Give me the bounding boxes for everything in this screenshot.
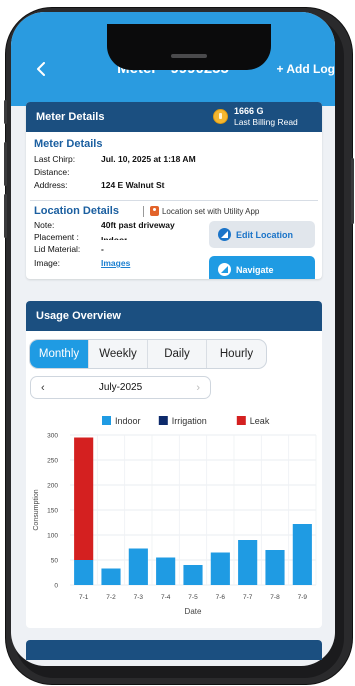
location-source-note: Location set with Utility App [161, 206, 260, 216]
x-tick-label: 7-2 [106, 594, 116, 601]
y-tick-label: 150 [47, 508, 58, 515]
location-header: Location Details Location set with Utili… [34, 203, 314, 219]
bar-indoor [101, 568, 121, 585]
month-label: July-2025 [98, 382, 143, 393]
location-row-note: Note: 40ft past driveway [34, 219, 209, 231]
meter-details-section: Meter Details Last Chirp: Jul. 10, 2025 … [26, 132, 322, 200]
main-content: Meter Details 1666 G Last Billing Read M… [26, 102, 322, 628]
x-tick-label: 7-1 [79, 594, 89, 601]
volume-down-button [4, 194, 7, 238]
volume-up-button [4, 142, 7, 186]
add-log-button[interactable]: + Add Log [276, 62, 335, 76]
power-button [351, 158, 354, 224]
usage-chart: Indoor Irrigation Leak 0 50 100 150 200 250 300 Co… [33, 416, 317, 616]
bar-indoor [156, 557, 176, 585]
chevron-right-icon[interactable]: › [196, 382, 200, 394]
bar-indoor [128, 548, 148, 585]
location-details-title: Location Details [34, 205, 119, 217]
bar-indoor [183, 565, 203, 585]
detail-value: 124 E Walnut St [101, 179, 165, 190]
detail-row-last-chirp: Last Chirp: Jul. 10, 2025 at 1:18 AM [34, 152, 314, 165]
y-tick-label: 300 [47, 433, 58, 440]
meter-details-header: Meter Details 1666 G Last Billing Read [26, 102, 322, 132]
location-pin-icon [149, 206, 159, 216]
edit-location-label: Edit Location [236, 229, 293, 240]
tab-daily[interactable]: Daily [148, 340, 207, 368]
y-tick-label: 50 [51, 558, 59, 565]
location-value: 40ft past driveway [101, 220, 175, 230]
tab-weekly[interactable]: Weekly [89, 340, 148, 368]
mute-switch [4, 100, 7, 124]
location-key: Image: [34, 258, 60, 268]
y-tick-label: 250 [47, 458, 58, 465]
legend-swatch [236, 416, 246, 425]
x-tick-label: 7-3 [134, 594, 144, 601]
detail-key: Last Chirp: [34, 153, 76, 164]
y-tick-label: 200 [47, 483, 58, 490]
period-tabs: Monthly Weekly Daily Hourly [29, 339, 267, 369]
meter-details-header-title: Meter Details [36, 111, 105, 123]
y-tick-label: 0 [54, 583, 58, 590]
y-tick-label: 100 [47, 533, 58, 540]
x-tick-label: 7-9 [298, 594, 308, 601]
x-tick-label: 7-6 [216, 594, 226, 601]
navigate-label: Navigate [236, 264, 274, 275]
separator [142, 205, 144, 217]
x-tick-label: 7-5 [188, 594, 198, 601]
location-row-lid: Lid Material: - [34, 243, 209, 255]
location-value: - [101, 244, 104, 254]
detail-value: Jul. 10, 2025 at 1:18 AM [101, 153, 196, 164]
edit-location-button[interactable]: Edit Location [209, 221, 315, 248]
detail-row-distance: Distance: [34, 165, 314, 178]
location-value: Indoor [101, 234, 128, 240]
location-rows: Note: 40ft past driveway Placement : Ind… [34, 219, 209, 269]
month-selector: ‹ July-2025 › [30, 376, 211, 399]
meter-details-title: Meter Details [34, 138, 103, 150]
bar-indoor [74, 560, 94, 585]
tab-hourly[interactable]: Hourly [207, 340, 266, 368]
location-details-section: Location Details Location set with Utili… [26, 201, 322, 279]
images-link[interactable]: Images [101, 258, 130, 268]
x-tick-label: 7-8 [270, 594, 280, 601]
detail-key: Address: [34, 179, 68, 190]
bar-indoor [210, 552, 230, 585]
coin-icon [213, 109, 228, 124]
chevron-left-icon[interactable]: ‹ [41, 382, 45, 394]
usage-overview-card: Usage Overview Monthly Weekly Daily Hour… [26, 301, 322, 628]
next-card-header [26, 640, 322, 660]
bar-indoor [292, 524, 312, 585]
detail-row-address: Address: 124 E Walnut St [34, 178, 314, 191]
y-axis-label: Consumption [33, 489, 40, 530]
location-row-image: Image: Images [34, 257, 209, 269]
location-key: Lid Material: [34, 244, 81, 254]
legend-swatch [158, 416, 168, 425]
navigation-arrow-icon [218, 263, 231, 276]
tab-monthly[interactable]: Monthly [30, 340, 89, 368]
navigate-button[interactable]: Navigate [209, 256, 315, 279]
bar-indoor [238, 540, 258, 585]
x-tick-label: 7-4 [161, 594, 171, 601]
location-key: Placement : [34, 232, 79, 242]
usage-overview-header: Usage Overview [26, 301, 322, 331]
billing-value: 1666 G [234, 106, 264, 116]
legend-label: Indoor [115, 416, 141, 426]
location-row-placement: Placement : Indoor [34, 231, 209, 243]
bar-indoor [265, 550, 285, 585]
legend-label: Irrigation [172, 416, 207, 426]
x-tick-label: 7-7 [243, 594, 253, 601]
location-key: Note: [34, 220, 55, 230]
x-axis-label: Date [185, 607, 202, 616]
legend-swatch [102, 416, 111, 425]
billing-label: Last Billing Read [234, 117, 298, 127]
detail-key: Distance: [34, 166, 70, 177]
bar-leak [74, 437, 94, 560]
location-arrow-icon [218, 228, 231, 241]
usage-overview-title: Usage Overview [36, 310, 121, 322]
legend-label: Leak [250, 416, 270, 426]
notch [107, 24, 271, 70]
meter-details-card: Meter Details 1666 G Last Billing Read M… [26, 102, 322, 279]
